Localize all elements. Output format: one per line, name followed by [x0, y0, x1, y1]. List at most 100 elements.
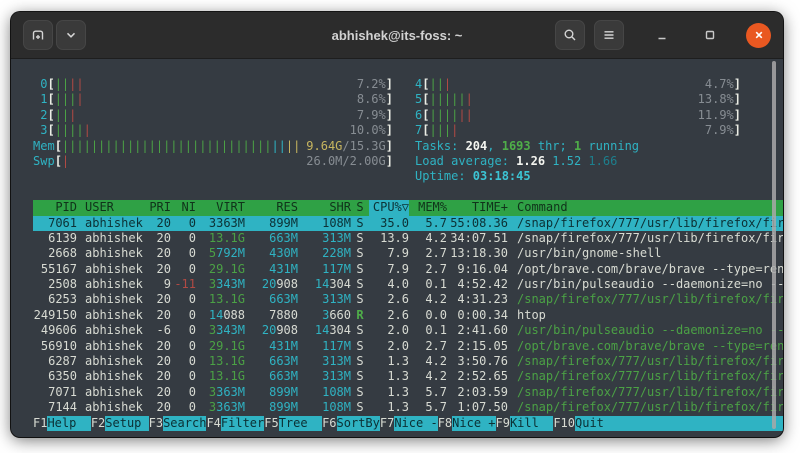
fkey-F1[interactable]: F1Help: [33, 416, 91, 431]
search-button[interactable]: [555, 20, 585, 50]
meter-bar: ||||7.2%: [55, 77, 386, 92]
close-button[interactable]: [746, 23, 771, 48]
meter-bar: |||4.7%: [429, 77, 733, 92]
fkey-key-label: F10: [553, 416, 575, 431]
cell-ni: 0: [171, 354, 196, 369]
process-row-7144[interactable]: 7144abhishek2003363M899M108MS1.35.71:07.…: [33, 400, 783, 415]
column-header-cpu[interactable]: CPU%▽: [369, 200, 409, 215]
column-header-pri[interactable]: PRI: [145, 200, 171, 215]
cell-shr: 228M: [298, 246, 351, 261]
meter-6: 6[||||||11.9%]: [415, 108, 741, 123]
process-row-6350[interactable]: 6350abhishek20013.1G663M313MS1.34.22:52.…: [33, 369, 783, 384]
meter-bracket: [: [422, 77, 429, 92]
cell-s: S: [351, 216, 369, 231]
maximize-button[interactable]: [698, 23, 722, 47]
scrollbar-thumb[interactable]: [772, 61, 776, 429]
cell-mem: 2.7: [409, 246, 447, 261]
process-row-249150[interactable]: 249150abhishek2001408878803660R2.60.00:0…: [33, 308, 783, 323]
cell-cpu: 1.3: [369, 385, 409, 400]
column-header-pid[interactable]: PID: [33, 200, 77, 215]
meter-bracket: ]: [734, 77, 741, 92]
process-row-6253[interactable]: 6253abhishek20013.1G663M313MS2.64.24:31.…: [33, 292, 783, 307]
menu-icon: [601, 27, 617, 43]
cell-pid: 7071: [33, 385, 77, 400]
process-row-2668[interactable]: 2668abhishek2005792M430M228MS7.92.713:18…: [33, 246, 783, 261]
cell-s: S: [351, 277, 369, 292]
process-table: PIDUSERPRINIVIRTRESSHRSCPU%▽MEM%TIME+Com…: [33, 200, 783, 415]
process-row-7071[interactable]: 7071abhishek2003363M899M108MS1.35.72:03.…: [33, 385, 783, 400]
fkey-F7[interactable]: F7Nice -: [380, 416, 438, 431]
meter-bracket: [: [47, 92, 54, 107]
menu-button[interactable]: [594, 20, 624, 50]
meter-label: 6: [415, 108, 422, 123]
cell-s: S: [351, 292, 369, 307]
column-header-shr[interactable]: SHR: [298, 200, 351, 215]
meter-bracket: ]: [734, 108, 741, 123]
column-header-mem[interactable]: MEM%: [409, 200, 447, 215]
cell-cpu: 2.6: [369, 292, 409, 307]
column-header-cmd[interactable]: Command: [508, 200, 783, 215]
cell-ni: 0: [171, 216, 196, 231]
column-header-s[interactable]: S: [351, 200, 369, 215]
column-header-res[interactable]: RES: [245, 200, 298, 215]
column-header-time[interactable]: TIME+: [447, 200, 508, 215]
fkey-action-label: Search: [163, 416, 206, 431]
fkey-F8[interactable]: F8Nice +: [438, 416, 496, 431]
cell-user: abhishek: [77, 308, 145, 323]
process-row-6139[interactable]: 6139abhishek20013.1G663M313MS13.94.234:0…: [33, 231, 783, 246]
cell-pri: 20: [145, 400, 171, 415]
meter-7: 7[||||7.9%]: [415, 123, 741, 138]
cell-mem: 5.7: [409, 216, 447, 231]
process-row-49606[interactable]: 49606abhishek-603343M2090814304S2.00.12:…: [33, 323, 783, 338]
fkey-key-label: F6: [322, 416, 336, 431]
cell-cmd: /usr/bin/pulseaudio --daemonize=no --: [508, 323, 783, 338]
cell-time: 13:18.30: [447, 246, 508, 261]
meter-bracket: [: [55, 154, 62, 169]
cell-pid: 7144: [33, 400, 77, 415]
process-row-2508[interactable]: 2508abhishek9-113343M2090814304S4.00.14:…: [33, 277, 783, 292]
fkey-F4[interactable]: F4Filter: [206, 416, 264, 431]
meter-bar: ||||8.6%: [55, 92, 386, 107]
cell-s: S: [351, 339, 369, 354]
meter-bracket: ]: [386, 154, 393, 169]
process-row-55167[interactable]: 55167abhishek20029.1G431M117MS7.92.79:16…: [33, 262, 783, 277]
column-header-ni[interactable]: NI: [171, 200, 196, 215]
fkey-F6[interactable]: F6SortBy: [322, 416, 380, 431]
fkey-F10[interactable]: F10Quit: [553, 416, 783, 431]
cell-res: 663M: [245, 231, 298, 246]
process-row-7061[interactable]: 7061abhishek2003363M899M108MS35.05.755:0…: [33, 216, 783, 231]
new-tab-button[interactable]: [23, 20, 53, 50]
cell-shr: 313M: [298, 369, 351, 384]
fkey-action-label: Help: [47, 416, 90, 431]
cell-virt: 5792M: [196, 246, 245, 261]
fkey-F2[interactable]: F2Setup: [91, 416, 149, 431]
fkey-F5[interactable]: F5Tree: [264, 416, 322, 431]
cell-ni: -11: [171, 277, 196, 292]
cell-time: 2:15.05: [447, 339, 508, 354]
cell-mem: 2.7: [409, 262, 447, 277]
cell-cpu: 13.9: [369, 231, 409, 246]
process-row-6287[interactable]: 6287abhishek20013.1G663M313MS1.34.23:50.…: [33, 354, 783, 369]
cell-pid: 2668: [33, 246, 77, 261]
minimize-button[interactable]: [650, 23, 674, 47]
cell-cpu: 1.3: [369, 354, 409, 369]
minimize-icon: [654, 27, 670, 43]
cell-ni: 0: [171, 246, 196, 261]
column-header-user[interactable]: USER: [77, 200, 145, 215]
cell-res: 899M: [245, 216, 298, 231]
cell-virt: 29.1G: [196, 339, 245, 354]
cell-s: S: [351, 400, 369, 415]
meter-bracket: [: [47, 123, 54, 138]
meter-bracket: [: [55, 139, 62, 154]
cell-cpu: 35.0: [369, 216, 409, 231]
column-header-virt[interactable]: VIRT: [196, 200, 245, 215]
fkey-F3[interactable]: F3Search: [149, 416, 207, 431]
cell-mem: 4.2: [409, 292, 447, 307]
process-row-56910[interactable]: 56910abhishek20029.1G431M117MS2.02.72:15…: [33, 339, 783, 354]
cell-cmd: /snap/firefox/777/usr/lib/firefox/fir: [508, 369, 783, 384]
tab-dropdown-button[interactable]: [56, 20, 86, 50]
process-table-header: PIDUSERPRINIVIRTRESSHRSCPU%▽MEM%TIME+Com…: [33, 200, 783, 215]
fkey-F9[interactable]: F9Kill: [496, 416, 554, 431]
meter-bracket: ]: [386, 92, 393, 107]
cell-pid: 249150: [33, 308, 77, 323]
